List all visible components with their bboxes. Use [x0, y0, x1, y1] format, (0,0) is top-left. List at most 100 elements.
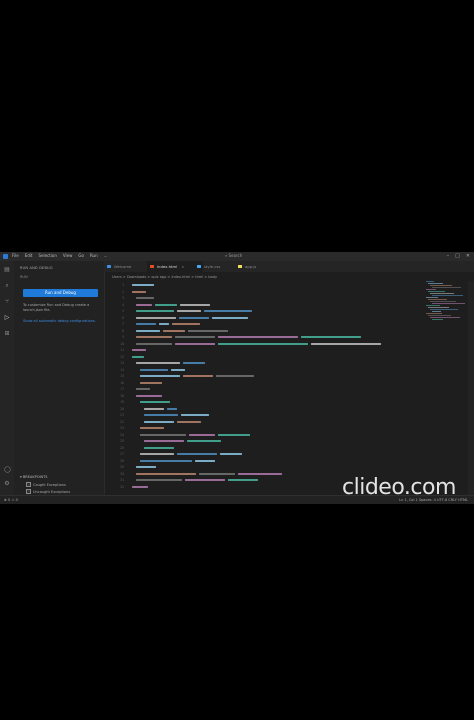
code-token: [144, 440, 184, 443]
code-token: [136, 342, 172, 345]
account-icon[interactable]: ◯: [4, 467, 11, 473]
command-search[interactable]: ⌕ Search: [225, 253, 242, 259]
title-bar: File Edit Selection View Go Run ... ⌕ Se…: [0, 252, 474, 261]
line-number: 17: [120, 387, 124, 391]
code-token: [180, 303, 210, 306]
code-token: [136, 388, 150, 391]
code-token: [187, 440, 221, 443]
menu-go[interactable]: Go: [78, 253, 84, 259]
tab-app-js[interactable]: app.js: [235, 261, 279, 272]
maximize-icon[interactable]: □: [455, 253, 460, 259]
close-icon[interactable]: ✕: [466, 253, 470, 259]
code-token: [199, 472, 235, 475]
breakpoint-uncaught[interactable]: Uncaught Exceptions: [26, 489, 70, 494]
minimap-line: [426, 305, 440, 307]
html-file-icon: [150, 265, 154, 268]
code-token: [136, 336, 172, 339]
code-token: [132, 355, 144, 358]
menu-file[interactable]: File: [12, 253, 19, 259]
settings-icon[interactable]: ⚙: [4, 481, 10, 487]
code-token: [136, 323, 156, 326]
minimap-line: [430, 293, 454, 295]
line-number: 10: [120, 341, 124, 346]
code-token: [132, 284, 154, 287]
clideo-watermark: clideo.com: [342, 475, 456, 500]
code-token: [136, 310, 174, 313]
code-token: [140, 433, 186, 436]
code-token: [181, 414, 209, 417]
css-file-icon: [197, 265, 201, 268]
menu-bar: File Edit Selection View Go Run ...: [12, 253, 107, 259]
tab-label: Welcome: [114, 264, 132, 269]
editor-scrollbar[interactable]: [468, 281, 474, 495]
code-token: [140, 401, 170, 404]
run-and-debug-button[interactable]: Run and Debug: [23, 289, 98, 297]
menu-view[interactable]: View: [63, 253, 73, 259]
source-control-icon[interactable]: ⑂: [4, 299, 10, 305]
line-number: 20: [120, 406, 124, 411]
minimap-line: [426, 289, 436, 291]
line-number: 23: [120, 426, 124, 430]
line-number: 13: [120, 361, 124, 365]
code-token: [136, 297, 154, 300]
checkbox[interactable]: [26, 482, 31, 487]
minimap[interactable]: [426, 281, 468, 321]
minimap-line: [432, 319, 443, 321]
code-token: [140, 368, 168, 371]
code-token: [171, 368, 185, 371]
code-token: [136, 303, 152, 306]
show-debug-configs-link[interactable]: Show all automatic debug configurations.: [23, 319, 101, 324]
run-debug-icon[interactable]: ▷: [4, 315, 10, 321]
code-token: [218, 342, 308, 345]
tab-label: index.html: [157, 264, 178, 269]
search-icon[interactable]: ⌕: [4, 283, 10, 289]
launch-json-info[interactable]: To customize Run and Debug create a laun…: [23, 303, 101, 313]
line-number: 14: [120, 367, 124, 372]
minimap-line: [430, 301, 456, 303]
line-number: 3: [122, 296, 124, 300]
sidebar-header: RUN AND DEBUG: [20, 266, 53, 270]
minimize-icon[interactable]: –: [447, 253, 450, 259]
line-number: 1: [122, 283, 124, 287]
line-number: 27: [120, 452, 124, 456]
close-tab-icon[interactable]: ×: [181, 264, 184, 269]
code-token: [175, 342, 215, 345]
line-number: 29: [120, 465, 124, 469]
code-token: [177, 420, 201, 423]
code-token: [188, 329, 228, 332]
extensions-icon[interactable]: ⊞: [4, 331, 10, 337]
explorer-icon[interactable]: ▤: [4, 267, 10, 273]
menu-selection[interactable]: Selection: [38, 253, 56, 259]
code-token: [177, 310, 201, 313]
line-number: 2: [122, 289, 124, 294]
line-number: 5: [122, 309, 124, 313]
code-token: [172, 323, 200, 326]
breakpoint-caught[interactable]: Caught Exceptions: [26, 482, 66, 487]
code-token: [179, 316, 209, 319]
code-editor[interactable]: 1 2 3 4 5 6 7 8 9 10 11 12 13 14 15 16 17 18 19 20 21 22 23 24 2…: [104, 281, 424, 495]
menu-run[interactable]: Run: [90, 253, 98, 259]
code-token: [132, 349, 146, 352]
minimap-line: [428, 315, 451, 317]
breadcrumb[interactable]: Users > Downloads > quiz app > index.htm…: [112, 275, 217, 279]
minimap-line: [432, 311, 441, 313]
line-number: 15: [120, 374, 124, 378]
minimap-line: [432, 287, 461, 289]
code-token: [220, 453, 242, 456]
window-controls: – □ ✕: [447, 253, 470, 259]
vscode-window: File Edit Selection View Go Run ... ⌕ Se…: [0, 252, 474, 504]
code-token: [136, 466, 156, 469]
code-token: [218, 336, 298, 339]
checkbox[interactable]: [26, 489, 31, 494]
problems-status[interactable]: ⊗ 0 ⚠ 0: [4, 497, 18, 504]
code-token: [195, 459, 215, 462]
breakpoints-header[interactable]: ▾ BREAKPOINTS: [20, 475, 47, 479]
minimap-line: [426, 281, 434, 283]
line-number: 32: [120, 484, 124, 489]
menu-more[interactable]: ...: [104, 253, 108, 259]
menu-edit[interactable]: Edit: [25, 253, 33, 259]
code-token: [185, 479, 225, 482]
tab-label: app.js: [245, 264, 257, 269]
code-token: [136, 316, 176, 319]
code-token: [140, 381, 162, 384]
